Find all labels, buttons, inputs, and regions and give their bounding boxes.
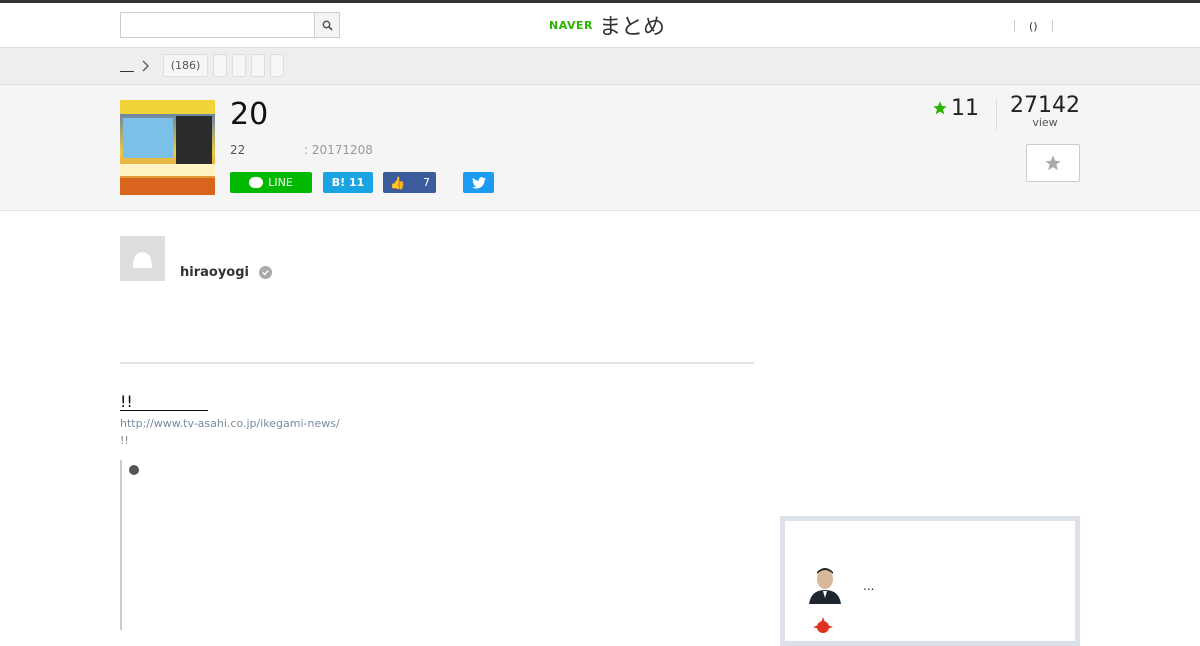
default-avatar-icon (120, 236, 165, 281)
category-tag[interactable]: (186) (163, 54, 208, 77)
category-tag[interactable] (251, 54, 265, 77)
logo-naver-text: NAVER (549, 18, 593, 32)
line-icon (249, 177, 264, 188)
favorite-count-value: 11 (951, 95, 979, 121)
hatena-icon: B! (331, 176, 346, 189)
category-tag[interactable] (232, 54, 246, 77)
facebook-like-button[interactable]: 👍 7 (383, 172, 436, 193)
related-item-icon[interactable] (813, 617, 833, 637)
category-tag[interactable] (270, 54, 284, 77)
line-share-label: LINE (268, 176, 293, 189)
chevron-right-icon (142, 60, 149, 72)
link-card-url[interactable]: http://www.tv-asahi.co.jp/ikegami-news/ (120, 417, 340, 430)
view-count: 27142 view (1010, 93, 1080, 129)
bullet-icon (129, 465, 139, 475)
related-item-text[interactable]: ... (863, 579, 874, 593)
thumbs-up-icon: 👍 (390, 175, 405, 190)
like-count: 7 (423, 176, 430, 189)
article-header: 20 22 : 20171208 LINE B! 11 👍 7 11 27142… (0, 85, 1200, 211)
hatena-bookmark-button[interactable]: B! 11 (323, 172, 373, 193)
header-nav-link[interactable]: () (1015, 20, 1052, 33)
twitter-icon (471, 176, 486, 189)
star-icon (1045, 155, 1061, 171)
author-avatar[interactable] (120, 236, 165, 281)
author-name[interactable]: hiraoyogi (180, 265, 249, 280)
site-header: NAVER まとめ () (0, 3, 1200, 48)
search-button[interactable] (314, 13, 339, 37)
search-box (120, 12, 340, 38)
stats-divider (996, 99, 997, 131)
verified-badge-icon (259, 266, 272, 279)
link-card-title[interactable]: !! (120, 392, 208, 411)
search-input[interactable] (121, 13, 315, 37)
add-favorite-button[interactable] (1026, 144, 1080, 182)
breadcrumb: (186) (0, 48, 1200, 85)
article-title: 20 (230, 97, 269, 132)
favorite-count: 11 (932, 95, 979, 121)
view-count-value: 27142 (1010, 93, 1080, 118)
star-icon (933, 101, 947, 115)
article-thumbnail[interactable] (120, 100, 215, 195)
logo-matome-text: まとめ (598, 15, 665, 40)
hatena-count: 11 (348, 176, 365, 189)
link-card-description: !! (120, 434, 129, 447)
related-thumbnail[interactable] (805, 564, 845, 604)
person-photo-icon (805, 564, 845, 604)
article-date: : 20171208 (304, 143, 373, 157)
site-logo[interactable]: NAVER まとめ (549, 10, 665, 40)
checkmark-icon (262, 270, 269, 276)
search-icon (322, 20, 333, 31)
category-tag[interactable] (213, 54, 227, 77)
header-nav: () (1014, 17, 1053, 35)
breadcrumb-home-link[interactable] (120, 58, 134, 72)
article-meta-count: 22 (230, 143, 246, 157)
sidebar-related-box: ... (780, 516, 1080, 646)
twitter-share-button[interactable] (463, 172, 494, 193)
line-share-button[interactable]: LINE (230, 172, 312, 193)
nav-divider (1051, 20, 1053, 32)
quote-bar (120, 460, 122, 630)
content-divider (120, 362, 754, 364)
